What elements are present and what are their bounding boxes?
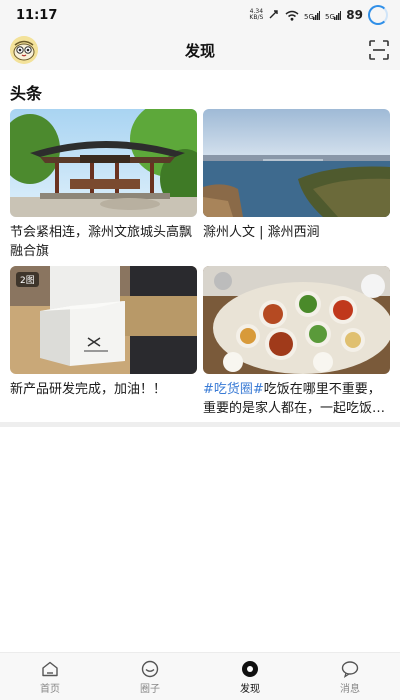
mute-icon xyxy=(268,9,280,21)
signal-icon-sim2: 5G xyxy=(325,10,342,21)
nav-item-discover[interactable]: 发现 xyxy=(200,653,300,700)
app-header: 发现 xyxy=(0,30,400,70)
wifi-icon xyxy=(285,10,299,21)
net-speed-unit: KB/S xyxy=(249,14,264,21)
battery-level: 89 xyxy=(346,8,363,22)
card-caption: 滁州人文 | 滁州西涧 xyxy=(203,225,320,240)
nav-label: 发现 xyxy=(240,683,260,695)
net-speed: 4.34 KB/S xyxy=(249,9,263,21)
discover-icon xyxy=(240,659,260,679)
page-title: 发现 xyxy=(184,41,215,60)
svg-text:5G: 5G xyxy=(304,13,314,21)
loading-ring-icon xyxy=(368,5,388,25)
message-icon xyxy=(340,659,360,679)
card-caption: 新产品研发完成，加油！！ xyxy=(10,382,167,397)
nav-item-home[interactable]: 首页 xyxy=(0,653,100,700)
scan-button[interactable] xyxy=(368,39,390,61)
hashtag-link[interactable]: #吃货圈# xyxy=(203,382,264,397)
nav-label: 首页 xyxy=(40,683,60,695)
status-time: 11:17 xyxy=(16,7,58,23)
scan-icon xyxy=(369,40,389,60)
card-image-lake xyxy=(203,109,390,217)
avatar[interactable] xyxy=(10,36,38,64)
nav-item-circle[interactable]: 圈子 xyxy=(100,653,200,700)
bottom-nav: 首页 圈子 发现 消息 xyxy=(0,652,400,700)
feed-card[interactable]: 节会紧相连，滁州文旅城头高飘融合旗 xyxy=(10,109,197,261)
nav-label: 消息 xyxy=(340,683,360,695)
card-caption: #吃货圈#吃饭在哪里不重要，重要的是家人都在，一起吃饭才香 xyxy=(203,380,390,418)
image-count-badge: 2图 xyxy=(16,272,39,287)
nav-label: 圈子 xyxy=(140,683,160,695)
circle-icon xyxy=(140,659,160,679)
section-divider xyxy=(0,422,400,427)
status-bar: 11:17 4.34 KB/S 5G 5G 89 xyxy=(0,0,400,30)
status-icons: 4.34 KB/S 5G 5G 89 xyxy=(249,5,388,25)
home-icon xyxy=(40,659,60,679)
card-image-product: 2图 xyxy=(10,266,197,374)
feed-card[interactable]: 2图 新产品研发完成，加油！！ xyxy=(10,266,197,399)
signal-icon-sim1: 5G xyxy=(304,10,321,21)
nav-item-messages[interactable]: 消息 xyxy=(300,653,400,700)
card-caption: 节会紧相连，滁州文旅城头高飘融合旗 xyxy=(10,225,193,259)
svg-text:5G: 5G xyxy=(325,13,335,21)
card-image-pavilion xyxy=(10,109,197,217)
feed-card[interactable]: #吃货圈#吃饭在哪里不重要，重要的是家人都在，一起吃饭才香 xyxy=(203,266,390,418)
feed-card[interactable]: 滁州人文 | 滁州西涧 xyxy=(203,109,390,242)
section-title-headlines: 头条 xyxy=(10,84,43,103)
card-image-food xyxy=(203,266,390,374)
